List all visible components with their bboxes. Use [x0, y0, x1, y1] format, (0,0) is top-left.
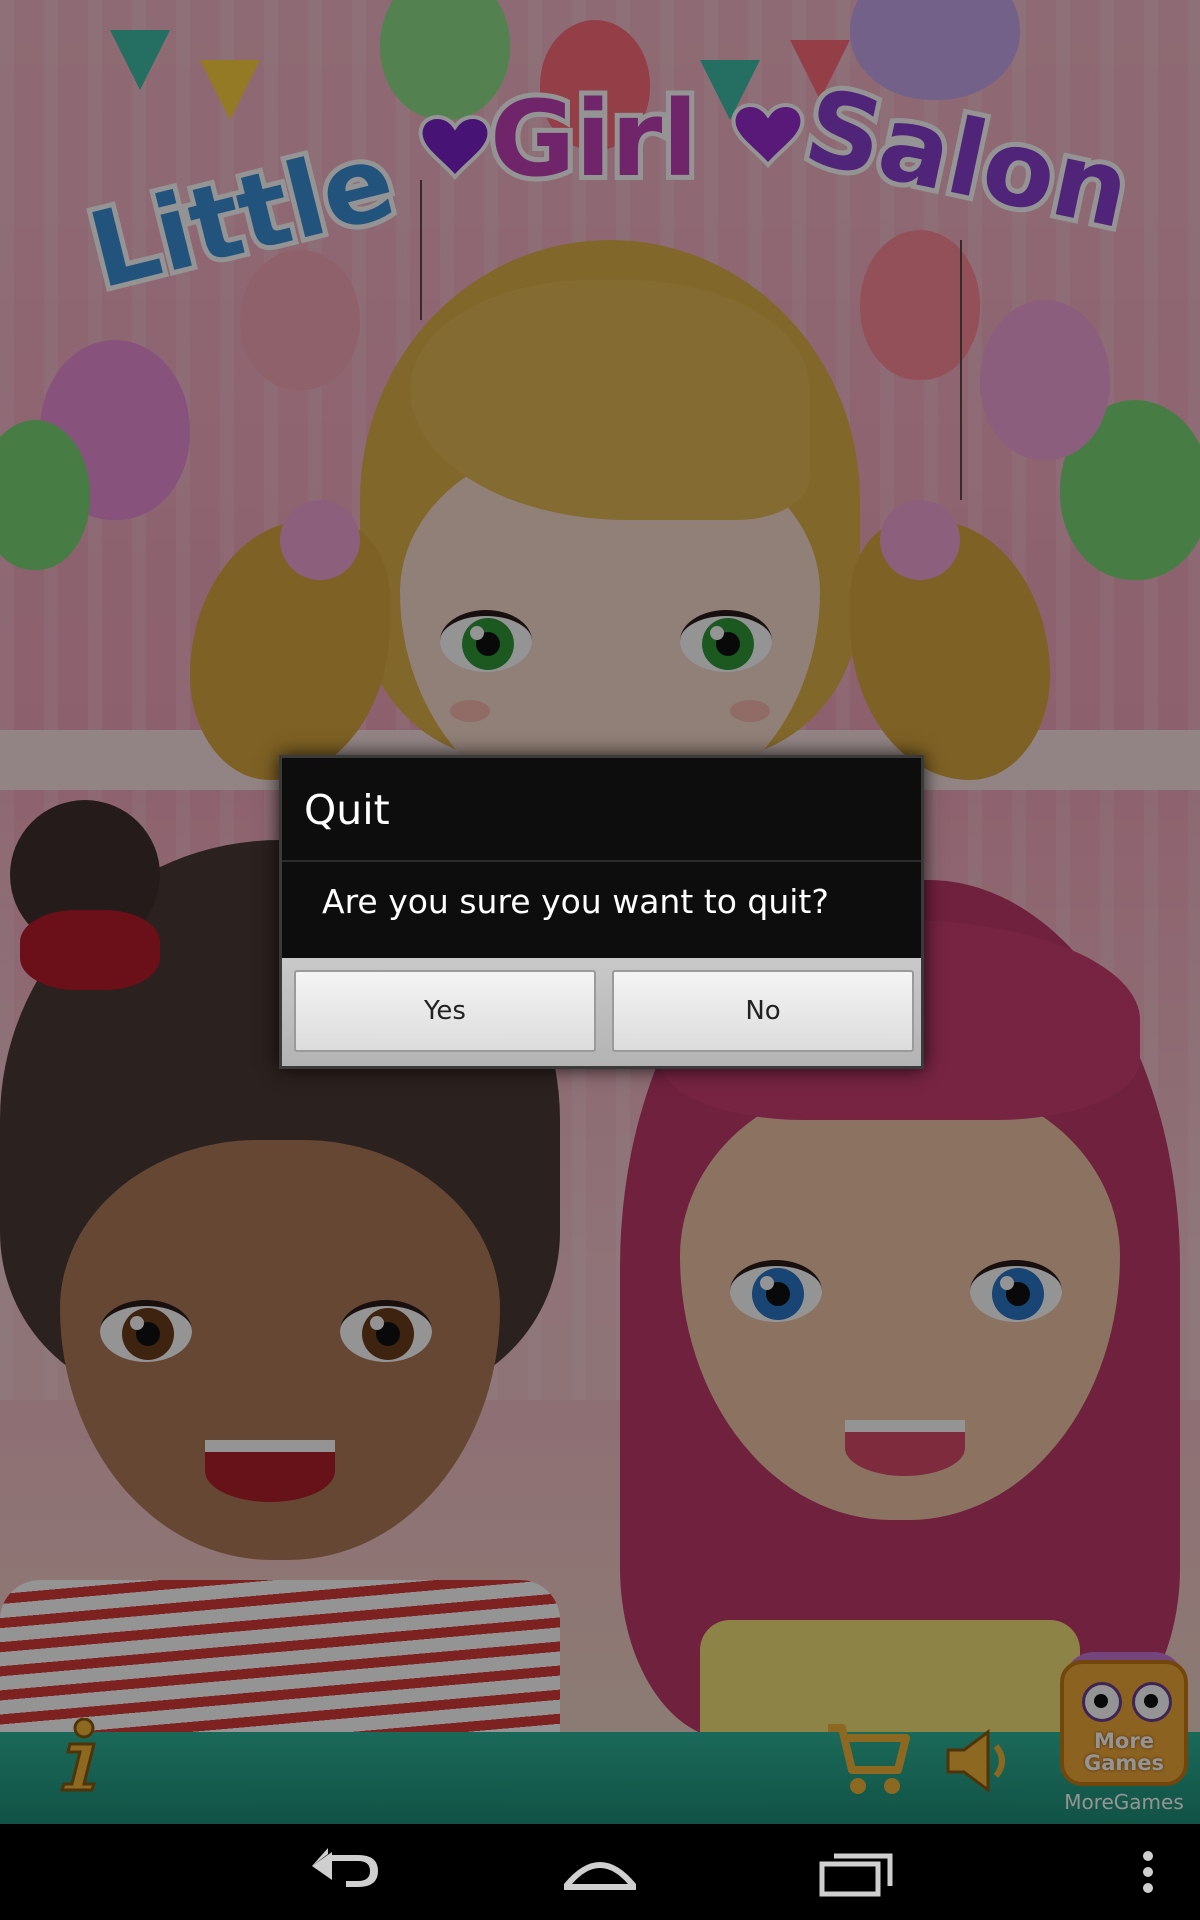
dialog-divider — [282, 860, 921, 862]
back-icon[interactable] — [296, 1838, 392, 1906]
no-button[interactable]: No — [612, 970, 914, 1052]
dialog-button-bar: Yes No — [282, 958, 921, 1066]
dialog-message: Are you sure you want to quit? — [322, 882, 829, 921]
overflow-menu-icon[interactable] — [1124, 1838, 1172, 1906]
quit-dialog: Quit Are you sure you want to quit? Yes … — [279, 755, 924, 1069]
yes-button[interactable]: Yes — [294, 970, 596, 1052]
recent-apps-icon[interactable] — [810, 1838, 906, 1906]
system-navigation-bar — [0, 1824, 1200, 1920]
home-icon[interactable] — [552, 1838, 648, 1906]
dialog-title: Quit — [304, 786, 390, 834]
